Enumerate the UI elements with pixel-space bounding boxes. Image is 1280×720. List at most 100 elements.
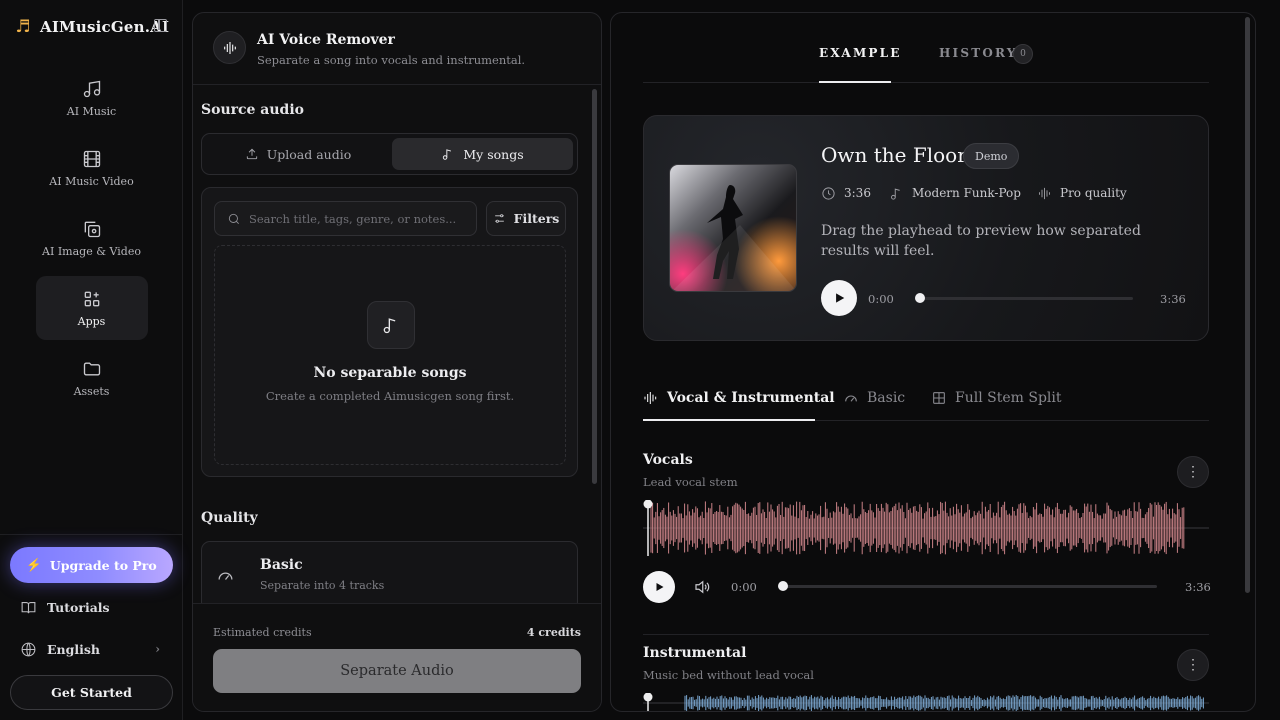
sidebar-item-ai-music[interactable]: AI Music [36,66,148,130]
more-options-icon[interactable]: ⋮ [1177,649,1209,681]
time-current: 0:00 [731,580,757,594]
time-current: 0:00 [868,292,894,306]
tab-example[interactable]: EXAMPLE [819,46,902,60]
folder-icon [83,362,100,375]
tab-label: Vocal & Instrumental [667,390,835,406]
tab-underline [819,81,891,83]
separate-audio-button[interactable]: Separate Audio [213,649,581,693]
play-button[interactable] [643,571,675,603]
song-picker: Filters No separable songs Create a comp… [201,187,578,477]
sidebar-item-apps[interactable]: Apps [35,276,148,340]
demo-track-card: Own the Floor Demo 3:36 Modern Funk-Pop … [643,115,1209,341]
brand[interactable]: ♬ AIMusicGen.AI [14,14,169,40]
get-started-button[interactable]: Get Started [10,675,173,710]
my-songs-tab[interactable]: My songs [392,138,573,170]
track-scrubber[interactable] [919,297,1133,300]
quality-label: Quality [201,510,258,526]
result-scrollbar[interactable] [1245,17,1250,593]
tutorials-label: Tutorials [47,599,110,615]
apps-icon [84,291,99,306]
sidebar-item-label: Apps [77,314,106,328]
panel-scrollbar[interactable] [592,89,597,484]
sidebar-collapse-icon[interactable] [154,19,167,32]
search-icon [228,213,239,224]
tool-header: AI Voice Remover Separate a song into vo… [193,13,601,85]
vocals-waveform[interactable] [643,500,1209,556]
filters-button[interactable]: Filters [486,201,566,236]
play-button[interactable] [821,280,857,316]
music-note-icon [367,301,415,349]
stem-instrumental: Instrumental Music bed without lead voca… [643,645,1209,712]
sidebar-item-assets[interactable]: Assets [36,346,148,410]
stem-subtitle: Music bed without lead vocal [643,668,814,682]
time-total: 3:36 [1160,292,1186,306]
globe-icon [21,642,36,656]
music-note-icon [443,149,452,160]
waveform-icon [1039,187,1050,199]
upload-icon [246,148,257,160]
genre-value: Modern Funk-Pop [912,186,1021,200]
waveform-icon [213,31,246,64]
film-icon [83,150,100,167]
tab-full-stem-split[interactable]: Full Stem Split [931,390,1062,406]
volume-icon[interactable] [693,578,711,596]
sidebar-item-label: Assets [73,384,110,398]
empty-state: No separable songs Create a completed Ai… [214,245,566,465]
stem-vocals: Vocals Lead vocal stem ⋮ 0:00 3:36 [643,452,1211,642]
track-quality: Pro quality [1037,184,1127,202]
tab-basic[interactable]: Basic [843,390,905,406]
song-search [214,201,477,236]
tab-history[interactable]: HISTORY [939,46,1018,60]
my-songs-label: My songs [463,146,524,162]
quality-option-subtitle: Separate into 4 tracks [260,579,385,592]
stem-divider [643,634,1209,635]
stem-title: Instrumental [643,645,747,661]
tab-label: Full Stem Split [955,390,1062,406]
source-audio-label: Source audio [201,102,305,118]
tab-vocal-instrumental[interactable]: Vocal & Instrumental [643,390,835,406]
search-input[interactable] [249,211,469,226]
sidebar-item-label: AI Image & Video [42,244,141,258]
tool-title: AI Voice Remover [257,32,395,48]
play-icon [836,293,845,303]
track-title: Own the Floor [821,143,967,167]
quality-option-basic[interactable]: Basic Separate into 4 tracks [201,541,578,611]
empty-title: No separable songs [313,365,467,381]
more-options-icon[interactable]: ⋮ [1177,456,1209,488]
stem-subtitle: Lead vocal stem [643,475,738,489]
language-label: English [47,641,100,657]
tutorials-link[interactable]: Tutorials [20,596,170,618]
sidebar: ♬ AIMusicGen.AI AI Music AI Music Video … [0,0,183,720]
upload-audio-label: Upload audio [266,146,352,162]
panel-footer: Estimated credits 4 credits Separate Aud… [193,603,601,711]
music-note-icon: ♬ [15,17,31,37]
clock-icon [822,186,835,200]
music-icon [83,80,100,97]
album-cover [669,164,797,292]
upgrade-button[interactable]: ⚡ Upgrade to Pro [10,547,173,583]
time-total: 3:36 [1185,580,1211,594]
duration-value: 3:36 [844,186,871,200]
book-icon [21,601,36,613]
quality-option-title: Basic [260,557,303,573]
waveform-icon [644,392,657,404]
music-note-icon [891,188,900,200]
language-selector[interactable]: English › [20,638,170,660]
result-tabs: EXAMPLE HISTORY 0 [643,13,1209,83]
stem-tab-underline [643,419,815,421]
image-copy-icon [84,221,100,237]
upload-audio-tab[interactable]: Upload audio [206,138,390,170]
playhead-knob[interactable] [778,581,788,591]
sidebar-item-ai-music-video[interactable]: AI Music Video [36,136,148,200]
history-count-badge: 0 [1013,44,1033,64]
track-duration: 3:36 [821,184,871,202]
sidebar-item-ai-image-video[interactable]: AI Image & Video [36,206,148,270]
sidebar-item-label: AI Music [66,104,117,118]
source-toggle: Upload audio My songs [201,133,578,175]
sidebar-footer: ⚡ Upgrade to Pro Tutorials English › Get… [0,534,183,720]
stem-scrubber[interactable] [783,585,1157,588]
instrumental-waveform[interactable] [643,693,1209,712]
playhead-knob[interactable] [915,293,925,303]
tool-subtitle: Separate a song into vocals and instrume… [257,53,526,67]
empty-subtitle: Create a completed Aimusicgen song first… [265,389,515,403]
